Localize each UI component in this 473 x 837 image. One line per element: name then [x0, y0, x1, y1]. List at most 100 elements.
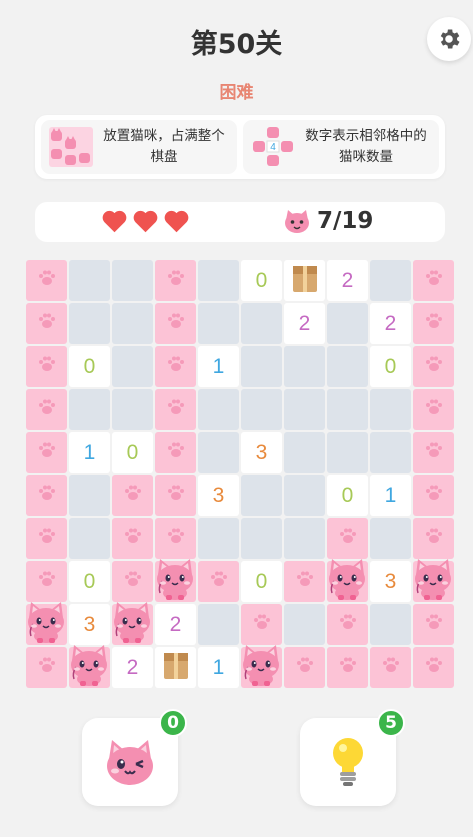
empty-cell[interactable]	[241, 346, 282, 387]
empty-cell[interactable]	[370, 518, 411, 559]
place-cat-button[interactable]: 0	[82, 709, 187, 806]
paw-cell[interactable]	[413, 389, 454, 430]
paw-cell[interactable]	[413, 432, 454, 473]
paw-cell[interactable]	[26, 346, 67, 387]
number-cell[interactable]: 1	[198, 346, 239, 387]
empty-cell[interactable]	[370, 260, 411, 301]
empty-cell[interactable]	[198, 432, 239, 473]
number-cell[interactable]: 0	[370, 346, 411, 387]
empty-cell[interactable]	[327, 389, 368, 430]
empty-cell[interactable]	[241, 389, 282, 430]
paw-cell[interactable]	[26, 647, 67, 688]
empty-cell[interactable]	[198, 604, 239, 645]
number-cell[interactable]: 2	[370, 303, 411, 344]
paw-cell[interactable]	[26, 432, 67, 473]
empty-cell[interactable]	[198, 389, 239, 430]
empty-cell[interactable]	[284, 389, 325, 430]
empty-cell[interactable]	[69, 389, 110, 430]
empty-cell[interactable]	[284, 346, 325, 387]
empty-cell[interactable]	[69, 303, 110, 344]
paw-cell[interactable]	[26, 518, 67, 559]
paw-cell[interactable]	[112, 518, 153, 559]
cat-cell[interactable]	[69, 645, 110, 688]
paw-cell[interactable]	[413, 475, 454, 516]
paw-cell[interactable]	[413, 346, 454, 387]
paw-cell[interactable]	[26, 561, 67, 602]
empty-cell[interactable]	[284, 432, 325, 473]
paw-cell[interactable]	[241, 604, 282, 645]
number-cell[interactable]: 0	[241, 260, 282, 301]
paw-cell[interactable]	[413, 518, 454, 559]
empty-cell[interactable]	[112, 260, 153, 301]
empty-cell[interactable]	[284, 604, 325, 645]
number-cell[interactable]: 2	[155, 604, 196, 645]
empty-cell[interactable]	[370, 604, 411, 645]
cat-cell[interactable]	[327, 559, 368, 602]
number-cell[interactable]: 3	[370, 561, 411, 602]
cat-cell[interactable]	[26, 602, 67, 645]
empty-cell[interactable]	[241, 518, 282, 559]
empty-cell[interactable]	[241, 475, 282, 516]
number-cell[interactable]: 0	[112, 432, 153, 473]
empty-cell[interactable]	[112, 389, 153, 430]
box-cell[interactable]	[155, 647, 196, 688]
number-cell[interactable]: 2	[327, 260, 368, 301]
number-cell[interactable]: 1	[370, 475, 411, 516]
empty-cell[interactable]	[284, 475, 325, 516]
box-cell[interactable]	[284, 260, 325, 301]
paw-cell[interactable]	[413, 260, 454, 301]
paw-cell[interactable]	[26, 389, 67, 430]
empty-cell[interactable]	[370, 432, 411, 473]
paw-cell[interactable]	[26, 260, 67, 301]
paw-cell[interactable]	[284, 647, 325, 688]
settings-button[interactable]	[427, 17, 471, 61]
empty-cell[interactable]	[69, 475, 110, 516]
cat-cell[interactable]	[155, 559, 196, 602]
number-cell[interactable]: 3	[241, 432, 282, 473]
empty-cell[interactable]	[327, 346, 368, 387]
hint-button[interactable]: 5	[300, 709, 405, 806]
number-cell[interactable]: 3	[198, 475, 239, 516]
empty-cell[interactable]	[198, 303, 239, 344]
empty-cell[interactable]	[284, 518, 325, 559]
empty-cell[interactable]	[370, 389, 411, 430]
paw-cell[interactable]	[327, 604, 368, 645]
cat-cell[interactable]	[413, 559, 454, 602]
paw-cell[interactable]	[327, 647, 368, 688]
number-cell[interactable]: 1	[198, 647, 239, 688]
paw-cell[interactable]	[155, 346, 196, 387]
paw-cell[interactable]	[155, 432, 196, 473]
number-cell[interactable]: 0	[327, 475, 368, 516]
empty-cell[interactable]	[241, 303, 282, 344]
number-cell[interactable]: 1	[69, 432, 110, 473]
paw-cell[interactable]	[198, 561, 239, 602]
paw-cell[interactable]	[155, 389, 196, 430]
cat-cell[interactable]	[112, 602, 153, 645]
empty-cell[interactable]	[327, 303, 368, 344]
paw-cell[interactable]	[155, 518, 196, 559]
paw-cell[interactable]	[413, 303, 454, 344]
paw-cell[interactable]	[155, 260, 196, 301]
number-cell[interactable]: 0	[69, 561, 110, 602]
paw-cell[interactable]	[112, 561, 153, 602]
paw-cell[interactable]	[413, 647, 454, 688]
number-cell[interactable]: 2	[112, 647, 153, 688]
number-cell[interactable]: 2	[284, 303, 325, 344]
empty-cell[interactable]	[112, 346, 153, 387]
number-cell[interactable]: 3	[69, 604, 110, 645]
paw-cell[interactable]	[284, 561, 325, 602]
empty-cell[interactable]	[69, 260, 110, 301]
empty-cell[interactable]	[327, 432, 368, 473]
paw-cell[interactable]	[26, 303, 67, 344]
number-cell[interactable]: 0	[69, 346, 110, 387]
paw-cell[interactable]	[26, 475, 67, 516]
empty-cell[interactable]	[112, 303, 153, 344]
cat-cell[interactable]	[241, 645, 282, 688]
paw-cell[interactable]	[155, 475, 196, 516]
empty-cell[interactable]	[69, 518, 110, 559]
number-cell[interactable]: 0	[241, 561, 282, 602]
paw-cell[interactable]	[155, 303, 196, 344]
paw-cell[interactable]	[327, 518, 368, 559]
paw-cell[interactable]	[413, 604, 454, 645]
empty-cell[interactable]	[198, 260, 239, 301]
